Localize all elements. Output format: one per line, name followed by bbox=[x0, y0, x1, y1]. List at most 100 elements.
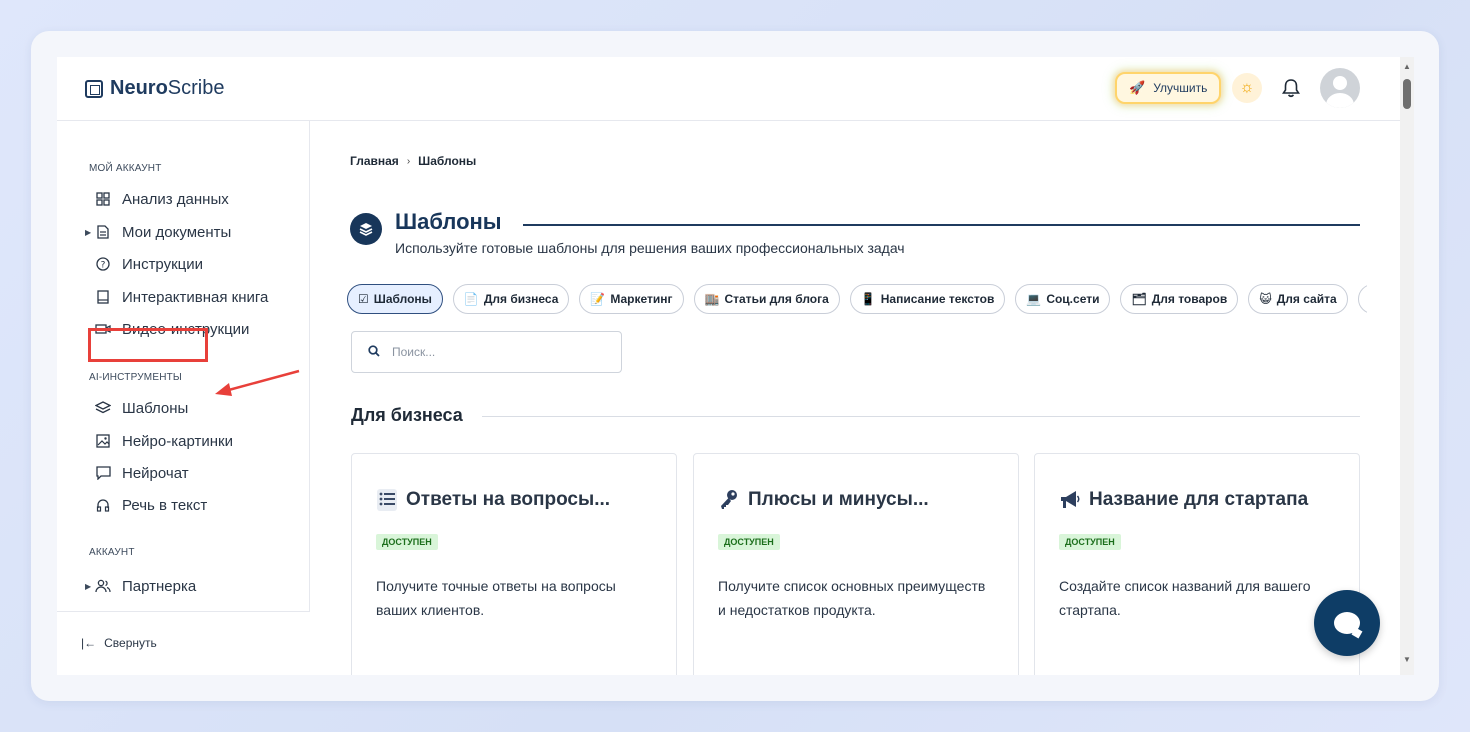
card-title-text: Плюсы и минусы... bbox=[748, 489, 929, 510]
page-scrollbar[interactable]: ▲ ▼ bbox=[1400, 57, 1414, 675]
user-avatar[interactable] bbox=[1320, 68, 1360, 108]
megaphone-icon bbox=[1059, 488, 1081, 512]
chip-label: Для сайта bbox=[1276, 292, 1337, 306]
chip-label: Написание текстов bbox=[880, 292, 995, 306]
breadcrumb-home-link[interactable]: Главная bbox=[350, 154, 399, 168]
headphones-icon bbox=[95, 497, 111, 513]
sidebar-section-account: АККАУНТ bbox=[89, 547, 135, 558]
chat-icon bbox=[95, 465, 111, 481]
sidebar-item-neurochat[interactable]: Нейрочат bbox=[95, 462, 189, 484]
brand-logo[interactable]: Neuro Scribe bbox=[85, 77, 225, 100]
scrollbar-thumb[interactable] bbox=[1403, 79, 1411, 109]
card-title-text: Ответы на вопросы... bbox=[406, 489, 611, 510]
users-icon bbox=[95, 578, 111, 594]
sidebar-item-label: Интерактивная книга bbox=[122, 288, 269, 306]
upgrade-label: Улучшить bbox=[1153, 81, 1208, 95]
chip-copywriting[interactable]: 📱 Написание текстов bbox=[849, 284, 1006, 314]
card-title: Ответы на вопросы... bbox=[376, 488, 610, 512]
chip-label: Шаблоны bbox=[373, 292, 432, 306]
sidebar-item-interactive-book[interactable]: Интерактивная книга bbox=[95, 286, 268, 308]
card-description: Получите точные ответы на вопросы ваших … bbox=[376, 578, 616, 618]
key-icon bbox=[718, 488, 740, 512]
app-window: Neuro Scribe 🚀 Улучшить ☼ МОЙ АККАУНТ Ана… bbox=[57, 57, 1400, 675]
breadcrumb-current: Шаблоны bbox=[418, 154, 477, 168]
chip-templates[interactable]: ☑ Шаблоны bbox=[347, 284, 443, 314]
chat-widget-button[interactable] bbox=[1314, 590, 1380, 656]
brand-name-bold: Neuro bbox=[110, 77, 168, 99]
chevron-right-icon: › bbox=[406, 155, 411, 167]
card-description: Получите список основных преимуществ и н… bbox=[718, 578, 986, 618]
search-icon bbox=[368, 344, 380, 360]
chip-marketing[interactable]: 📝 Маркетинг bbox=[579, 284, 684, 314]
status-badge: ДОСТУПЕН bbox=[376, 534, 438, 550]
card-title: Название для стартапа bbox=[1059, 488, 1308, 512]
sidebar-item-partners[interactable]: ▶ Партнерка bbox=[85, 575, 196, 597]
sidebar-item-label: Шаблоны bbox=[122, 399, 189, 417]
layers-icon bbox=[350, 213, 382, 245]
layers-icon bbox=[95, 400, 111, 416]
sidebar-item-label: Речь в текст bbox=[122, 496, 208, 514]
card-title: Плюсы и минусы... bbox=[718, 488, 929, 512]
breadcrumb: Главная › Шаблоны bbox=[350, 154, 476, 168]
book-icon bbox=[95, 289, 111, 305]
cat-icon: 😺 bbox=[1259, 292, 1272, 306]
annotation-highlight-box bbox=[88, 328, 208, 362]
laptop-icon: 💻 bbox=[1026, 292, 1042, 306]
chip-label: Маркетинг bbox=[610, 292, 673, 306]
card-title-text: Название для стартапа bbox=[1089, 489, 1309, 510]
card-index-icon: 🗂 bbox=[1131, 292, 1147, 306]
status-badge: ДОСТУПЕН bbox=[1059, 534, 1121, 550]
sidebar-footer: |← Свернуть bbox=[57, 611, 310, 675]
section-divider bbox=[482, 416, 1360, 417]
category-chips: ☑ Шаблоны 📄 Для бизнеса 📝 Маркетинг 🏬 Статьи… bbox=[347, 284, 1367, 316]
sidebar-item-neuro-images[interactable]: Нейро-картинки bbox=[95, 430, 233, 452]
template-card[interactable]: Ответы на вопросы... ДОСТУПЕН Получите т… bbox=[351, 453, 677, 675]
theme-toggle-sun-icon[interactable]: ☼ bbox=[1232, 73, 1262, 103]
rocket-icon: 🚀 bbox=[1129, 80, 1146, 95]
chip-website[interactable]: 😺 Для сайта bbox=[1248, 284, 1348, 314]
page-icon: 📄 bbox=[463, 292, 479, 306]
title-divider bbox=[523, 224, 1360, 226]
template-card[interactable]: Название для стартапа ДОСТУПЕН Создайте … bbox=[1034, 453, 1360, 675]
chip-more[interactable] bbox=[1357, 284, 1367, 314]
card-description: Создайте список названий для вашего стар… bbox=[1059, 578, 1311, 618]
document-icon bbox=[95, 224, 111, 240]
chip-products[interactable]: 🗂 Для товаров bbox=[1120, 284, 1239, 314]
sidebar: МОЙ АККАУНТ Анализ данных ▶ Мои документ… bbox=[57, 121, 310, 675]
brand-name-rest: Scribe bbox=[167, 77, 225, 99]
search-input[interactable]: Поиск... bbox=[351, 331, 622, 373]
sidebar-item-label: Нейрочат bbox=[122, 464, 189, 482]
template-card[interactable]: Плюсы и минусы... ДОСТУПЕН Получите спис… bbox=[693, 453, 1019, 675]
chat-bubble-icon bbox=[1334, 612, 1360, 634]
sidebar-item-speech-to-text[interactable]: Речь в текст bbox=[95, 494, 207, 516]
caret-right-icon: ▶ bbox=[85, 227, 92, 237]
collapse-label: Свернуть bbox=[104, 636, 157, 650]
help-circle-icon: ? bbox=[95, 256, 111, 272]
chip-business[interactable]: 📄 Для бизнеса bbox=[452, 284, 570, 314]
chip-blog-articles[interactable]: 🏬 Статьи для блога bbox=[693, 284, 840, 314]
sidebar-item-my-documents[interactable]: ▶ Мои документы bbox=[85, 221, 232, 243]
scroll-up-icon[interactable]: ▲ bbox=[1403, 62, 1411, 71]
collapse-arrow-icon: |← bbox=[81, 636, 97, 650]
sidebar-item-data-analysis[interactable]: Анализ данных bbox=[95, 188, 229, 210]
chip-social[interactable]: 💻 Соц.сети bbox=[1015, 284, 1111, 314]
sidebar-section-ai-tools: AI-ИНСТРУМЕНТЫ bbox=[89, 372, 182, 383]
top-header: Neuro Scribe 🚀 Улучшить ☼ bbox=[57, 57, 1400, 121]
collapse-sidebar-button[interactable]: |← Свернуть bbox=[81, 636, 157, 650]
list-icon bbox=[376, 488, 398, 512]
memo-icon: 📝 bbox=[590, 292, 606, 306]
page-title: Шаблоны bbox=[395, 209, 502, 234]
scroll-down-icon[interactable]: ▼ bbox=[1403, 655, 1411, 664]
annotation-arrow-icon bbox=[215, 369, 300, 396]
status-badge: ДОСТУПЕН bbox=[718, 534, 780, 550]
upgrade-button[interactable]: 🚀 Улучшить bbox=[1115, 72, 1222, 104]
chip-label: Соц.сети bbox=[1046, 292, 1100, 306]
sidebar-item-templates[interactable]: Шаблоны bbox=[95, 397, 188, 419]
search-placeholder: Поиск... bbox=[392, 345, 436, 359]
sidebar-item-label: Анализ данных bbox=[122, 190, 229, 208]
svg-text:?: ? bbox=[101, 261, 106, 271]
notifications-bell-icon[interactable] bbox=[1279, 75, 1303, 101]
sidebar-item-instructions[interactable]: ? Инструкции bbox=[95, 253, 203, 275]
image-icon bbox=[95, 433, 111, 449]
sidebar-item-label: Мои документы bbox=[122, 223, 232, 241]
